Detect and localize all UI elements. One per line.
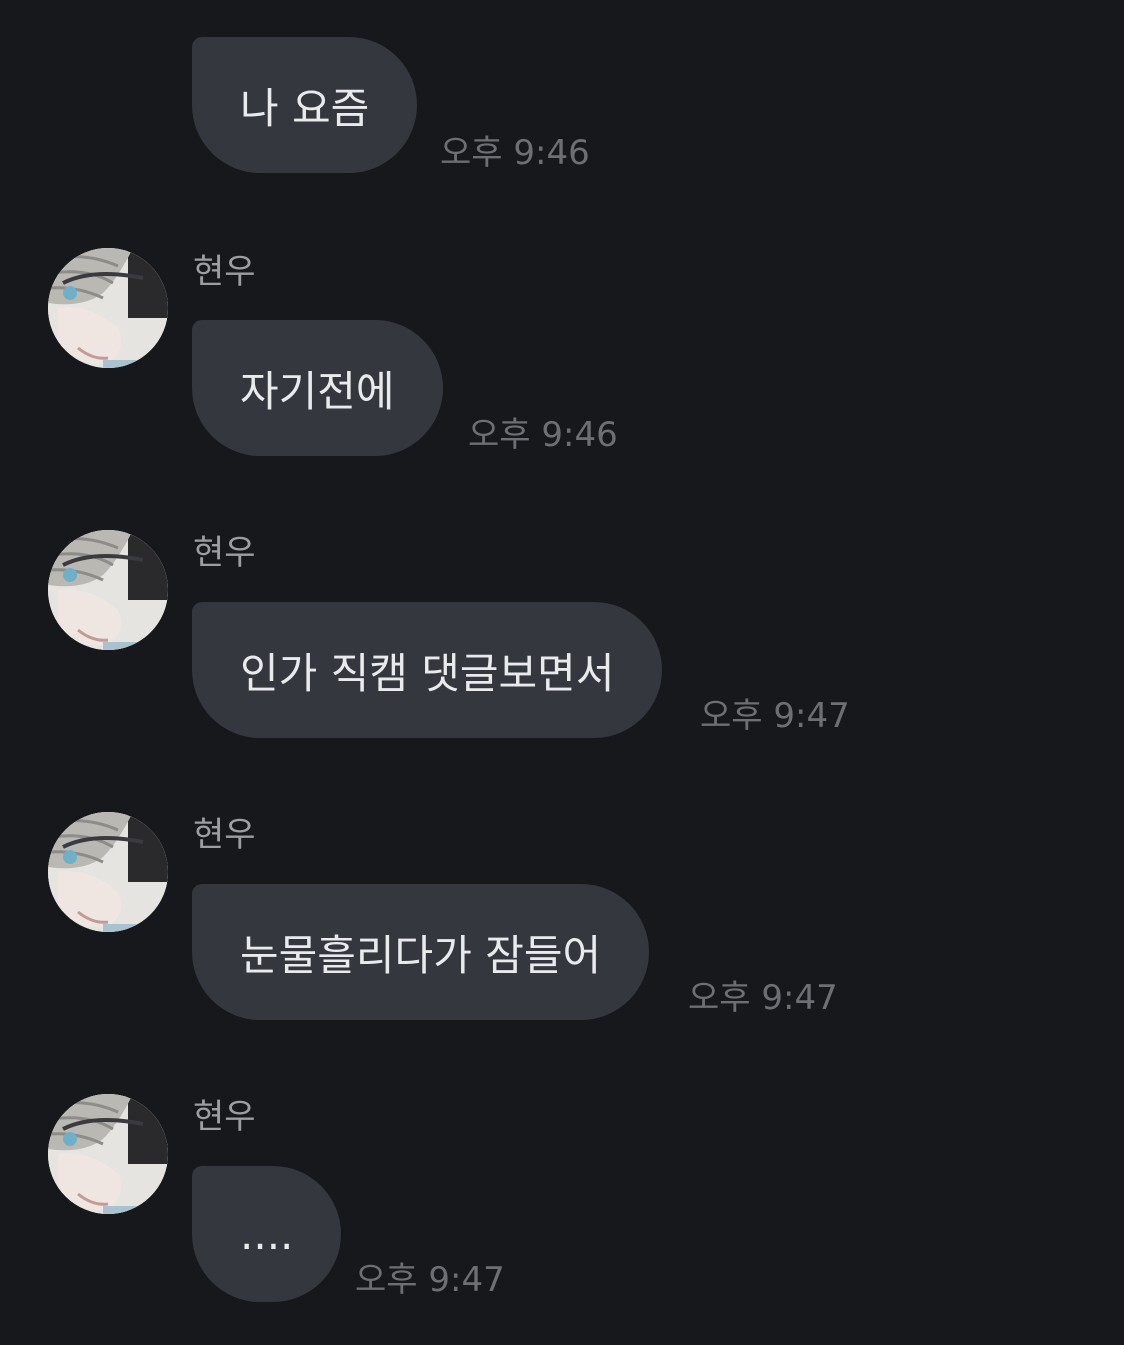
message-time: 오후 9:46 [468,415,618,455]
message-text: 나 요즘 [240,83,370,133]
message-bubble[interactable]: .... [192,1166,342,1302]
avatar[interactable] [48,248,168,368]
message-bubble[interactable]: 나 요즘 [192,37,418,173]
message-time: 오후 9:46 [440,133,590,173]
message-time: 오후 9:47 [700,696,850,736]
message-bubble[interactable]: 눈물흘리다가 잠들어 [192,884,650,1020]
message-text: 눈물흘리다가 잠들어 [240,930,602,980]
avatar[interactable] [48,812,168,932]
profile-photo-icon [48,248,168,368]
profile-photo-icon [48,1094,168,1214]
sender-name: 현우 [193,252,256,292]
message-text: 인가 직캠 댓글보면서 [240,648,615,698]
sender-name: 현우 [193,815,256,855]
message-time: 오후 9:47 [355,1260,505,1300]
profile-photo-icon [48,530,168,650]
avatar[interactable] [48,530,168,650]
message-text: .... [240,1209,294,1259]
message-time: 오후 9:47 [688,978,838,1018]
message-bubble[interactable]: 인가 직캠 댓글보면서 [192,602,663,738]
profile-photo-icon [48,812,168,932]
avatar[interactable] [48,1094,168,1214]
chat-thread: 나 요즘 오후 9:46 현우 자기전에 오후 9:46 현우 인가 직캠 댓글… [0,0,1124,1345]
sender-name: 현우 [193,533,256,573]
message-text: 자기전에 [240,366,395,416]
sender-name: 현우 [193,1097,256,1137]
message-bubble[interactable]: 자기전에 [192,320,443,456]
